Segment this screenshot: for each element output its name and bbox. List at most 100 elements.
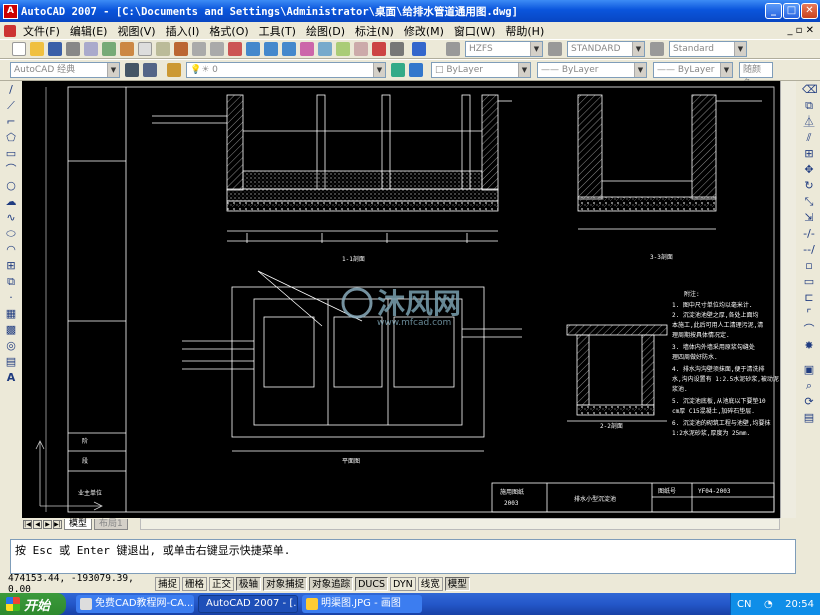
menu-view[interactable]: 视图(V) xyxy=(112,23,160,39)
network-icon[interactable]: ◔ xyxy=(764,599,773,610)
menu-edit[interactable]: 编辑(E) xyxy=(65,23,113,39)
menu-tools[interactable]: 工具(T) xyxy=(254,23,301,39)
point-icon[interactable]: · xyxy=(4,291,18,305)
array-icon[interactable]: ⊞ xyxy=(802,147,816,161)
extend-icon[interactable]: --/ xyxy=(802,243,816,257)
construction-line-icon[interactable]: ⟋ xyxy=(4,99,18,113)
osnap-toggle[interactable]: 对象捕捉 xyxy=(263,577,308,591)
break-icon[interactable]: ▭ xyxy=(802,275,816,289)
line-icon[interactable]: / xyxy=(4,83,18,97)
taskbar-item-paint[interactable]: 明渠图.JPG - 画图 xyxy=(302,595,422,613)
preview-icon[interactable] xyxy=(84,42,98,56)
spline-icon[interactable]: ∿ xyxy=(4,211,18,225)
copy-object-icon[interactable]: ⧉ xyxy=(802,99,816,113)
command-window[interactable]: 按 Esc 或 Enter 键退出, 或单击右键显示快捷菜单. xyxy=(10,539,796,574)
text-style-select[interactable]: HZFS ▼ xyxy=(465,41,543,57)
print-icon[interactable] xyxy=(66,42,80,56)
rotate-icon[interactable]: ↻ xyxy=(802,179,816,193)
mirror-icon[interactable]: ⏅ xyxy=(802,115,816,129)
menu-dimension[interactable]: 标注(N) xyxy=(350,23,399,39)
table-icon[interactable]: ▤ xyxy=(4,355,18,369)
last-tab-button[interactable]: ▶| xyxy=(53,519,62,529)
orbit-icon[interactable]: ⟳ xyxy=(802,395,816,409)
layer-select[interactable]: 💡☀ 0 ▼ xyxy=(186,62,386,78)
lineweight-toggle[interactable]: 线宽 xyxy=(417,577,443,591)
stretch-icon[interactable]: ⇲ xyxy=(802,211,816,225)
gradient-icon[interactable]: ▩ xyxy=(4,323,18,337)
tab-layout1[interactable]: 布局1 xyxy=(94,518,128,530)
layer-properties-icon[interactable] xyxy=(167,63,181,77)
color-select[interactable]: □ ByLayer ▼ xyxy=(431,62,531,78)
taskbar-item-autocad[interactable]: AutoCAD 2007 - [... xyxy=(198,595,298,613)
menu-help[interactable]: 帮助(H) xyxy=(500,23,549,39)
ellipse-arc-icon[interactable]: ◠ xyxy=(4,243,18,257)
copy-icon[interactable] xyxy=(138,42,152,56)
erase-icon[interactable]: ⌫ xyxy=(802,83,818,97)
doc-window-controls[interactable]: _ ▫ ✕ xyxy=(787,25,814,36)
snap-toggle[interactable]: 捕捉 xyxy=(155,577,181,591)
insert-block-icon[interactable]: ⊞ xyxy=(4,259,18,273)
dyn-toggle[interactable]: DYN xyxy=(390,577,416,591)
plot-style-select[interactable]: 随颜色 xyxy=(739,62,773,89)
lineweight-select[interactable]: —— ByLayer ▼ xyxy=(653,62,733,78)
menu-file[interactable]: 文件(F) xyxy=(18,23,65,39)
markup-icon[interactable] xyxy=(372,42,386,56)
linetype-select[interactable]: —— ByLayer ▼ xyxy=(537,62,647,78)
arc-icon[interactable]: ⌒ xyxy=(4,163,18,177)
workspace-save-icon[interactable] xyxy=(143,63,157,77)
chamfer-icon[interactable]: ⌜ xyxy=(802,307,816,321)
tool-palettes-icon[interactable] xyxy=(336,42,350,56)
revision-cloud-icon[interactable]: ☁ xyxy=(4,195,18,209)
new-icon[interactable] xyxy=(12,42,26,56)
model-toggle[interactable]: 模型 xyxy=(444,577,470,591)
polygon-icon[interactable]: ⬠ xyxy=(4,131,18,145)
workspace-select[interactable]: AutoCAD 经典 ▼ xyxy=(10,62,120,78)
rectangle-icon[interactable]: ▭ xyxy=(4,147,18,161)
move-icon[interactable]: ✥ xyxy=(802,163,816,177)
trim-icon[interactable]: -/- xyxy=(802,227,816,241)
autocad-logo-icon[interactable]: A xyxy=(3,3,18,19)
prev-tab-button[interactable]: ◀ xyxy=(33,519,42,529)
ducs-toggle[interactable]: DUCS xyxy=(355,577,389,591)
match-properties-icon[interactable] xyxy=(174,42,188,56)
make-block-icon[interactable]: ⧉ xyxy=(4,275,18,289)
tab-model[interactable]: 模型 xyxy=(64,518,93,530)
undo-icon[interactable] xyxy=(192,42,206,56)
menu-insert[interactable]: 插入(I) xyxy=(161,23,205,39)
layer-previous-icon[interactable] xyxy=(409,63,423,77)
paste-icon[interactable] xyxy=(156,42,170,56)
minimize-button[interactable]: _ xyxy=(765,3,782,19)
menu-window[interactable]: 窗口(W) xyxy=(449,23,500,39)
pan-icon[interactable] xyxy=(228,42,242,56)
polar-toggle[interactable]: 极轴 xyxy=(236,577,262,591)
otrack-toggle[interactable]: 对象追踪 xyxy=(309,577,354,591)
save-icon[interactable] xyxy=(48,42,62,56)
grid-toggle[interactable]: 栅格 xyxy=(182,577,208,591)
design-center-icon[interactable] xyxy=(318,42,332,56)
vertical-scrollbar[interactable] xyxy=(780,81,796,518)
redo-icon[interactable] xyxy=(210,42,224,56)
document-icon[interactable] xyxy=(4,24,16,37)
calculator-icon[interactable] xyxy=(390,42,404,56)
dim-style-icon[interactable] xyxy=(548,42,562,56)
circle-icon[interactable]: ○ xyxy=(4,179,18,193)
properties-panel-icon[interactable]: ▤ xyxy=(802,411,816,425)
polyline-icon[interactable]: ⌐ xyxy=(4,115,18,129)
horizontal-scrollbar[interactable] xyxy=(140,518,780,530)
menu-format[interactable]: 格式(O) xyxy=(204,23,253,39)
taskbar-item-browser[interactable]: 免费CAD教程网-CA... xyxy=(76,595,194,613)
explode-icon[interactable]: ✸ xyxy=(802,339,816,353)
scale-icon[interactable]: ⤡ xyxy=(802,195,816,209)
language-indicator[interactable]: CN xyxy=(737,599,751,610)
break-at-point-icon[interactable]: ▫ xyxy=(802,259,816,273)
menu-draw[interactable]: 绘图(D) xyxy=(301,23,350,39)
zoom-realtime-icon[interactable] xyxy=(246,42,260,56)
ellipse-icon[interactable]: ⬭ xyxy=(4,227,18,241)
draw-order-icon[interactable]: ▣ xyxy=(802,363,816,377)
zoom-icon[interactable]: ⌕ xyxy=(802,379,816,393)
workspace-settings-icon[interactable] xyxy=(125,63,139,77)
zoom-previous-icon[interactable] xyxy=(282,42,296,56)
maximize-button[interactable]: □ xyxy=(783,3,800,19)
first-tab-button[interactable]: |◀ xyxy=(23,519,32,529)
make-current-layer-icon[interactable] xyxy=(391,63,405,77)
